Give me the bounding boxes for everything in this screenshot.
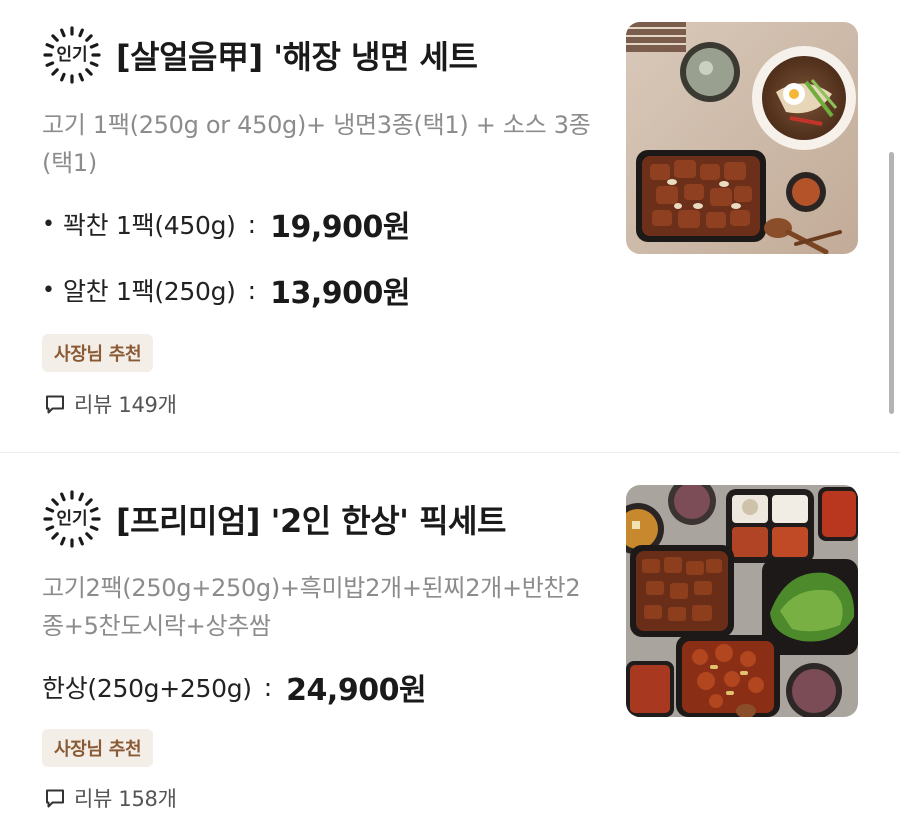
popular-badge-label: 인기 — [56, 509, 88, 529]
menu-title-row: 인기 [살얼음甲] '해장 냉면 세트 — [42, 24, 478, 86]
popular-badge: 인기 — [42, 25, 102, 85]
option-separator: : — [263, 672, 273, 702]
speech-bubble-icon — [46, 395, 64, 414]
option-separator: : — [247, 275, 257, 305]
menu-item[interactable]: 인기 [살얼음甲] '해장 냉면 세트 고기 1팩(250g or 450g)+… — [0, 0, 900, 452]
owner-recommend-tag: 사장님 추천 — [42, 729, 154, 767]
option-label: 꽉찬 1팩(450g) — [62, 211, 236, 240]
menu-photo[interactable] — [626, 485, 858, 717]
menu-name[interactable]: [프리미엄] '2인 한상' 픽세트 — [116, 496, 506, 542]
menu-description: 고기 1팩(250g or 450g)+ 냉면3종(택1) + 소스 3종(택1… — [42, 111, 591, 177]
owner-recommend-label: 사장님 추천 — [54, 344, 142, 365]
price-option: • 알찬 1팩(250g) : 13,900원 — [42, 270, 410, 312]
price-option: • 꽉찬 1팩(450g) : 19,900원 — [42, 204, 410, 246]
review-count-label: 리뷰 149개 — [74, 393, 177, 417]
option-separator: : — [247, 209, 257, 239]
option-label: 한상(250g+250g) — [42, 674, 252, 703]
food-photo-noodle-set — [626, 22, 858, 254]
option-price: 24,900원 — [286, 673, 427, 708]
menu-description: 고기2팩(250g+250g)+흑미밥2개+된찌2개+반찬2종+5찬도시락+상추… — [42, 574, 581, 640]
owner-recommend-label: 사장님 추천 — [54, 739, 142, 760]
option-price: 19,900원 — [270, 210, 410, 245]
option-price: 13,900원 — [270, 276, 410, 311]
review-count-label: 리뷰 158개 — [74, 787, 177, 811]
bullet: • — [42, 277, 55, 303]
menu-photo[interactable] — [626, 22, 858, 254]
menu-title-row: 인기 [프리미엄] '2인 한상' 픽세트 — [42, 488, 506, 550]
owner-recommend-tag: 사장님 추천 — [42, 334, 154, 372]
option-label: 알찬 1팩(250g) — [62, 277, 236, 306]
popular-badge: 인기 — [42, 489, 102, 549]
bullet: • — [42, 211, 55, 237]
review-count[interactable]: 리뷰 158개 — [44, 782, 177, 814]
scrollbar[interactable] — [889, 152, 894, 414]
menu-list-page: 인기 [살얼음甲] '해장 냉면 세트 고기 1팩(250g or 450g)+… — [0, 0, 900, 832]
popular-badge-label: 인기 — [56, 45, 88, 65]
speech-bubble-icon — [46, 789, 64, 808]
menu-name[interactable]: [살얼음甲] '해장 냉면 세트 — [116, 32, 478, 78]
price-option: 한상(250g+250g) : 24,900원 — [42, 667, 427, 709]
food-photo-table-set — [626, 485, 858, 717]
review-count[interactable]: 리뷰 149개 — [44, 388, 177, 420]
menu-item[interactable]: 인기 [프리미엄] '2인 한상' 픽세트 고기2팩(250g+250g)+흑미… — [0, 453, 900, 832]
